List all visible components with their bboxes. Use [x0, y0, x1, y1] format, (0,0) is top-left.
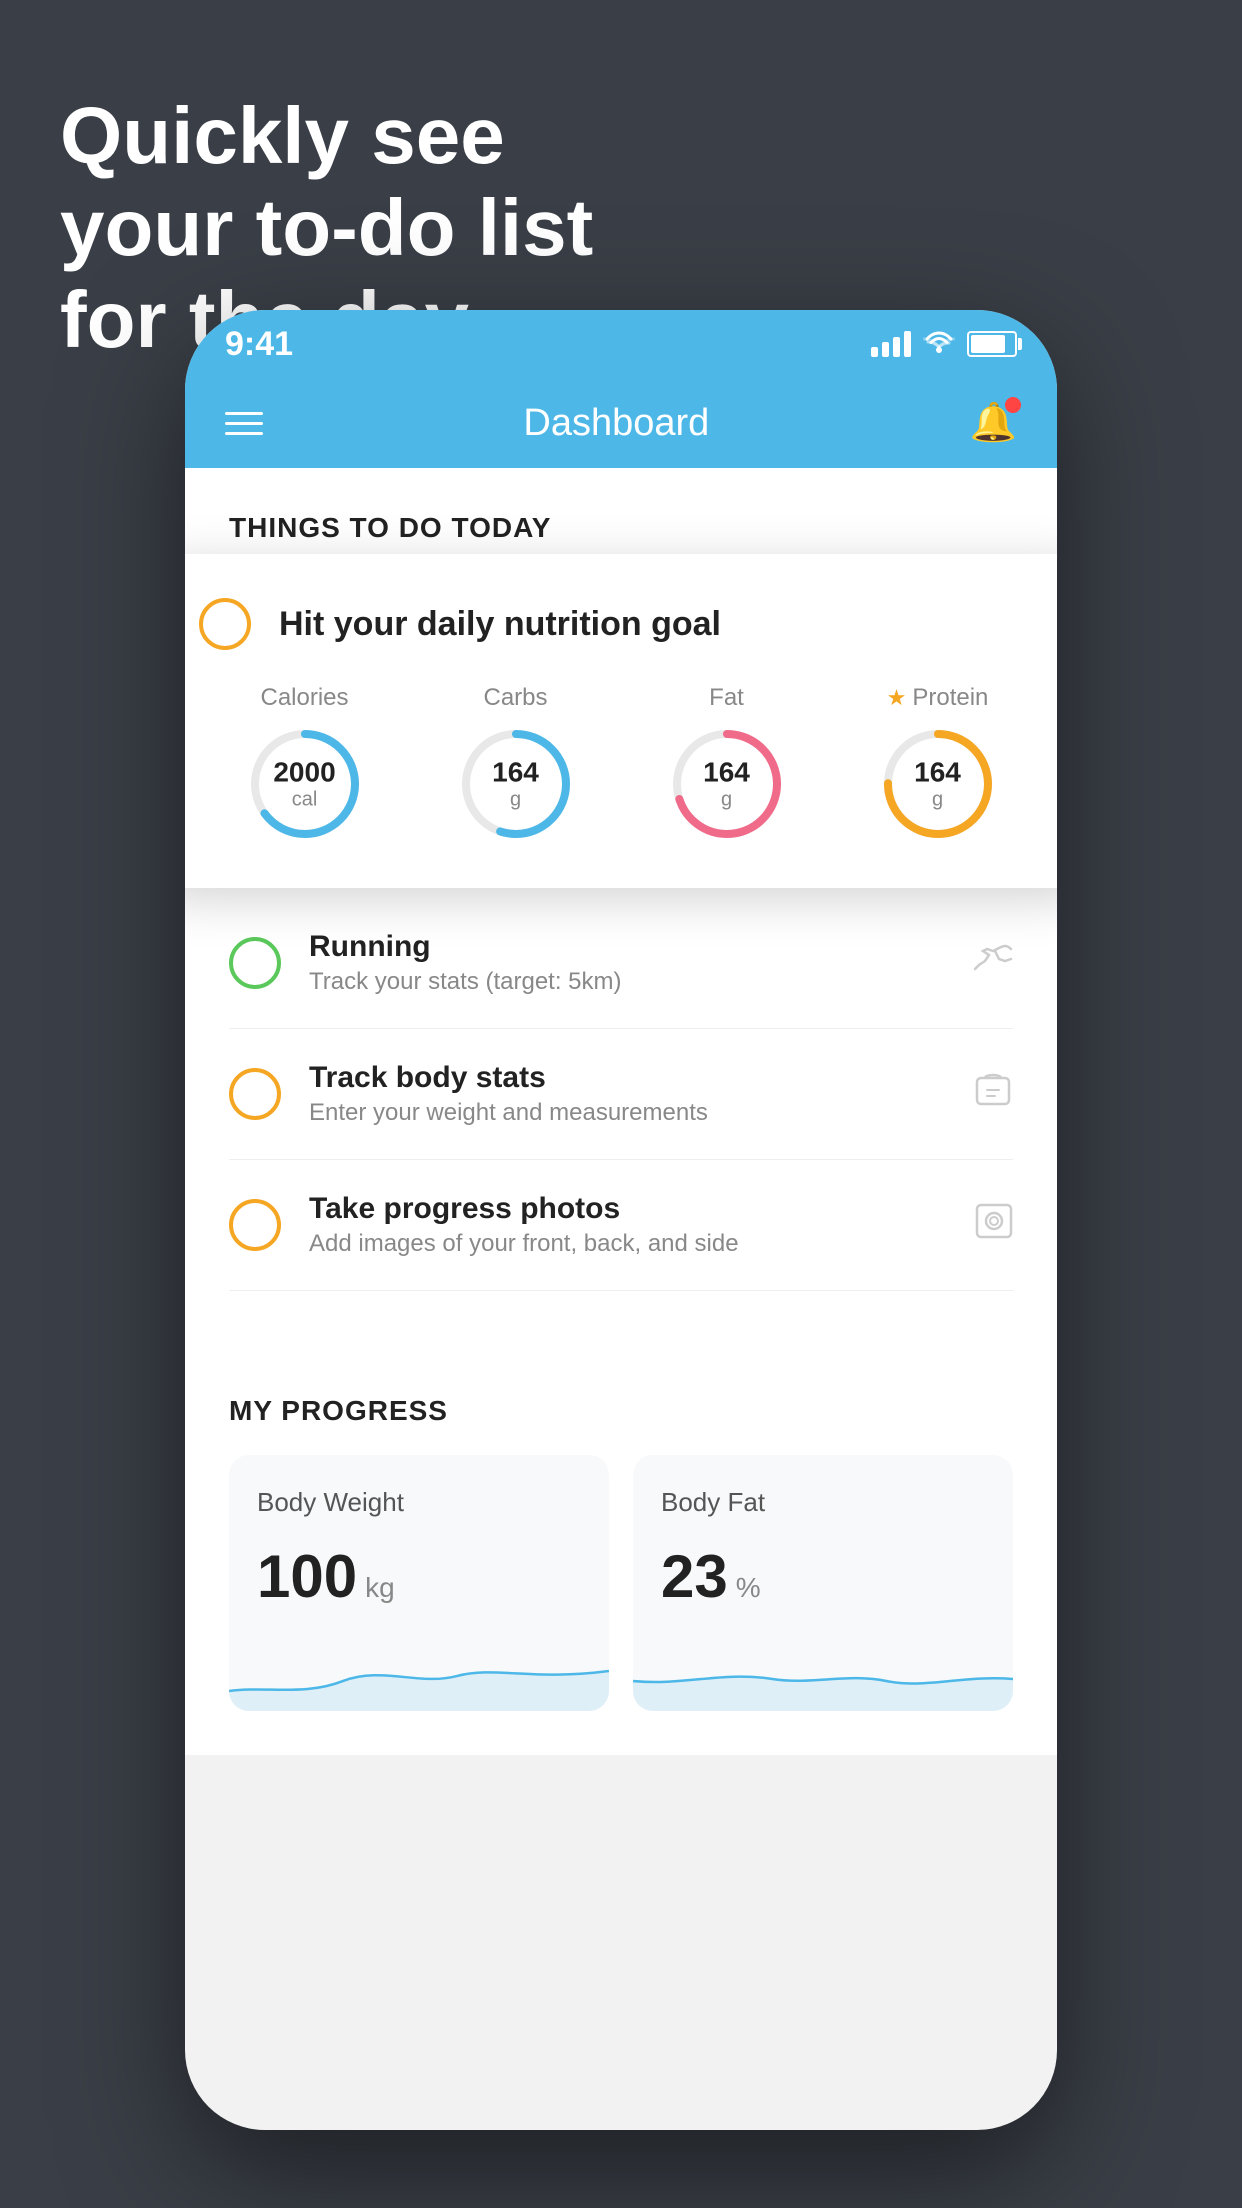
wifi-icon	[923, 328, 955, 360]
status-bar: 9:41	[185, 310, 1057, 378]
running-text: Running Track your stats (target: 5km)	[309, 930, 945, 996]
signal-icon	[871, 331, 911, 357]
body-stats-sub: Enter your weight and measurements	[309, 1099, 945, 1127]
macro-protein: ★ Protein 164 g	[878, 684, 998, 844]
body-fat-chart	[633, 1631, 1013, 1711]
body-stats-text: Track body stats Enter your weight and m…	[309, 1061, 945, 1127]
protein-unit: g	[914, 788, 961, 810]
status-time: 9:41	[225, 325, 293, 364]
protein-value: 164	[914, 758, 961, 789]
running-name: Running	[309, 930, 945, 964]
calories-value: 2000	[273, 758, 335, 789]
running-circle	[229, 937, 281, 989]
carbs-unit: g	[492, 788, 539, 810]
calories-label: Calories	[260, 684, 348, 712]
body-weight-card[interactable]: Body Weight 100 kg	[229, 1455, 609, 1711]
content-area: THINGS TO DO TODAY Hit your daily nutrit…	[185, 468, 1057, 1755]
macros-row: Calories 2000 cal Carbs	[199, 684, 1043, 844]
phone-frame: 9:41	[185, 310, 1057, 2130]
scale-icon	[973, 1070, 1013, 1119]
body-weight-number: 100	[257, 1542, 357, 1611]
nav-bar: Dashboard 🔔	[185, 378, 1057, 468]
calories-unit: cal	[273, 788, 335, 810]
nutrition-check-circle	[199, 598, 251, 650]
todo-item-body-stats[interactable]: Track body stats Enter your weight and m…	[229, 1029, 1013, 1160]
photos-circle	[229, 1199, 281, 1251]
photos-sub: Add images of your front, back, and side	[309, 1230, 947, 1258]
body-weight-value: 100 kg	[257, 1542, 581, 1611]
body-fat-value: 23 %	[661, 1542, 985, 1611]
macro-carbs: Carbs 164 g	[456, 684, 576, 844]
nutrition-card[interactable]: Hit your daily nutrition goal Calories 2…	[185, 554, 1057, 888]
macro-fat: Fat 164 g	[667, 684, 787, 844]
protein-label: Protein	[912, 684, 988, 712]
notification-button[interactable]: 🔔	[970, 401, 1017, 445]
fat-value: 164	[703, 758, 750, 789]
progress-cards: Body Weight 100 kg Body Fat	[229, 1455, 1013, 1711]
body-stats-name: Track body stats	[309, 1061, 945, 1095]
things-section: THINGS TO DO TODAY	[185, 468, 1057, 544]
protein-label-row: ★ Protein	[887, 684, 989, 712]
todo-list: Running Track your stats (target: 5km) T…	[185, 898, 1057, 1291]
notification-dot	[1005, 397, 1021, 413]
body-fat-title: Body Fat	[661, 1487, 985, 1518]
nutrition-title: Hit your daily nutrition goal	[279, 605, 721, 644]
body-stats-circle	[229, 1068, 281, 1120]
menu-button[interactable]	[225, 412, 263, 435]
macro-calories: Calories 2000 cal	[245, 684, 365, 844]
photos-text: Take progress photos Add images of your …	[309, 1192, 947, 1258]
body-weight-chart	[229, 1631, 609, 1711]
carbs-value: 164	[492, 758, 539, 789]
todo-item-running[interactable]: Running Track your stats (target: 5km)	[229, 898, 1013, 1029]
headline-line2: your to-do list	[60, 182, 593, 274]
progress-title: MY PROGRESS	[229, 1395, 1013, 1427]
carbs-ring: 164 g	[456, 724, 576, 844]
running-icon	[973, 941, 1013, 986]
battery-icon	[967, 331, 1017, 357]
progress-section: MY PROGRESS Body Weight 100 kg	[185, 1351, 1057, 1755]
photo-icon	[975, 1201, 1013, 1250]
things-title: THINGS TO DO TODAY	[229, 512, 1013, 544]
nav-title: Dashboard	[523, 402, 709, 445]
fat-unit: g	[703, 788, 750, 810]
card-header: Hit your daily nutrition goal	[199, 598, 1043, 650]
fat-ring: 164 g	[667, 724, 787, 844]
todo-item-photos[interactable]: Take progress photos Add images of your …	[229, 1160, 1013, 1291]
running-sub: Track your stats (target: 5km)	[309, 968, 945, 996]
fat-label: Fat	[709, 684, 744, 712]
body-fat-number: 23	[661, 1542, 728, 1611]
carbs-label: Carbs	[483, 684, 547, 712]
star-icon: ★	[887, 685, 907, 711]
body-weight-unit: kg	[365, 1572, 395, 1604]
status-icons	[871, 328, 1017, 360]
photos-name: Take progress photos	[309, 1192, 947, 1226]
body-fat-card[interactable]: Body Fat 23 %	[633, 1455, 1013, 1711]
calories-ring: 2000 cal	[245, 724, 365, 844]
protein-ring: 164 g	[878, 724, 998, 844]
body-weight-title: Body Weight	[257, 1487, 581, 1518]
headline-line1: Quickly see	[60, 90, 593, 182]
body-fat-unit: %	[736, 1572, 761, 1604]
